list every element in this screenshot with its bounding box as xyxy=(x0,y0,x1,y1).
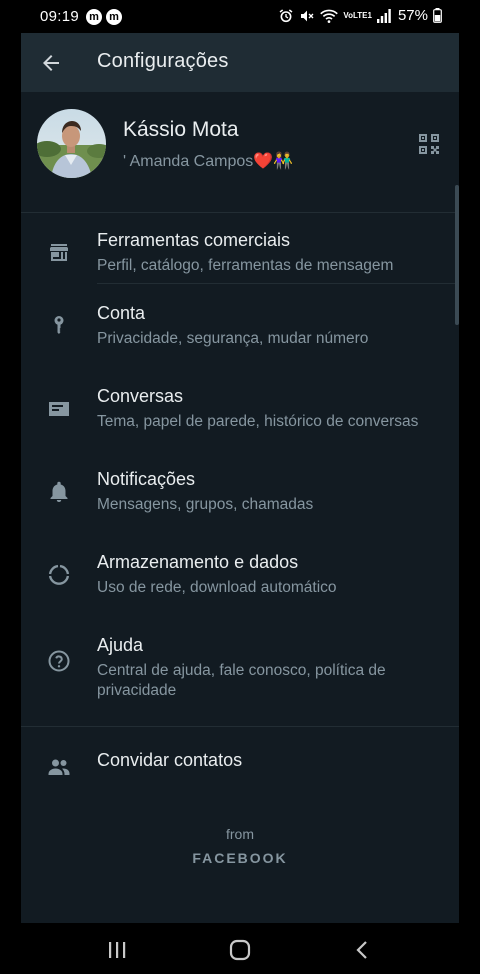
menu-item-label: Conta xyxy=(97,303,146,323)
key-icon xyxy=(47,314,71,338)
qr-code-icon[interactable] xyxy=(417,132,441,156)
invite-contacts-label: Convidar contatos xyxy=(97,750,243,770)
settings-screen: Configurações Kássio Mota ' Amanda Campo… xyxy=(21,33,459,923)
menu-item-storage[interactable]: Armazenamento e dados Uso de rede, downl… xyxy=(21,544,459,627)
menu-item-notifications[interactable]: Notificações Mensagens, grupos, chamadas xyxy=(21,461,459,544)
menu-item-help[interactable]: Central de ajuda, fale conosco, política… xyxy=(21,627,459,727)
help-icon xyxy=(47,649,71,673)
back-arrow-icon[interactable] xyxy=(39,51,63,75)
menu-item-label: Ferramentas comerciais xyxy=(97,230,291,250)
signal-icon xyxy=(376,8,391,23)
menu-item-subtitle: Mensagens, grupos, chamadas xyxy=(97,496,314,513)
menu-item-label: Ajuda xyxy=(97,635,144,655)
menu-item-subtitle: Uso de rede, download automático xyxy=(97,579,337,596)
app-notification-icon: m xyxy=(86,9,102,25)
menu-item-label: Armazenamento e dados xyxy=(97,552,299,572)
app-notification-icon: m xyxy=(106,9,122,25)
nav-back-icon[interactable] xyxy=(350,937,376,963)
menu-item-chats[interactable]: Conversas Tema, papel de parede, históri… xyxy=(21,378,459,461)
profile-name: Kássio Mota xyxy=(123,118,239,141)
data-usage-icon xyxy=(47,563,71,587)
status-bar: 09:19 m m VoLTE1 57% xyxy=(0,0,480,33)
profile-row[interactable]: Kássio Mota ' Amanda Campos❤️👫 xyxy=(21,92,459,212)
menu-item-label: Conversas xyxy=(97,386,184,406)
avatar[interactable] xyxy=(37,109,106,178)
menu-item-subtitle: Privacidade, segurança, mudar número xyxy=(97,330,369,347)
battery-percent: 57% xyxy=(397,7,428,24)
page-title: Configurações xyxy=(97,50,229,72)
scrollbar[interactable] xyxy=(455,185,459,325)
volte-icon: VoLTE1 xyxy=(343,10,372,20)
profile-about: ' Amanda Campos❤️👫 xyxy=(123,153,294,170)
people-icon xyxy=(47,755,71,779)
menu-item-subtitle: Perfil, catálogo, ferramentas de mensage… xyxy=(97,257,394,274)
battery-icon xyxy=(433,8,442,23)
mute-icon xyxy=(299,8,315,24)
status-time: 09:19 xyxy=(40,8,80,25)
menu-item-subtitle: Central de ajuda, fale conosco, política… xyxy=(97,662,386,699)
bell-icon xyxy=(47,480,71,504)
alarm-icon xyxy=(278,8,294,24)
footer-from: from xyxy=(226,826,254,842)
invite-contacts-item[interactable]: Convidar contatos xyxy=(21,727,459,807)
footer-brand: FACEBOOK xyxy=(192,850,288,866)
chat-icon xyxy=(47,397,71,421)
menu-item-account[interactable]: Conta Privacidade, segurança, mudar núme… xyxy=(21,295,459,378)
store-icon xyxy=(47,240,71,264)
recents-icon[interactable] xyxy=(104,937,130,963)
menu-item-subtitle: Tema, papel de parede, histórico de conv… xyxy=(97,413,419,430)
menu-item-label: Notificações xyxy=(97,469,196,489)
divider xyxy=(97,283,459,284)
app-bar: Configurações xyxy=(21,33,459,92)
home-icon[interactable] xyxy=(227,937,253,963)
wifi-icon xyxy=(320,8,339,24)
system-nav-bar xyxy=(0,923,480,974)
